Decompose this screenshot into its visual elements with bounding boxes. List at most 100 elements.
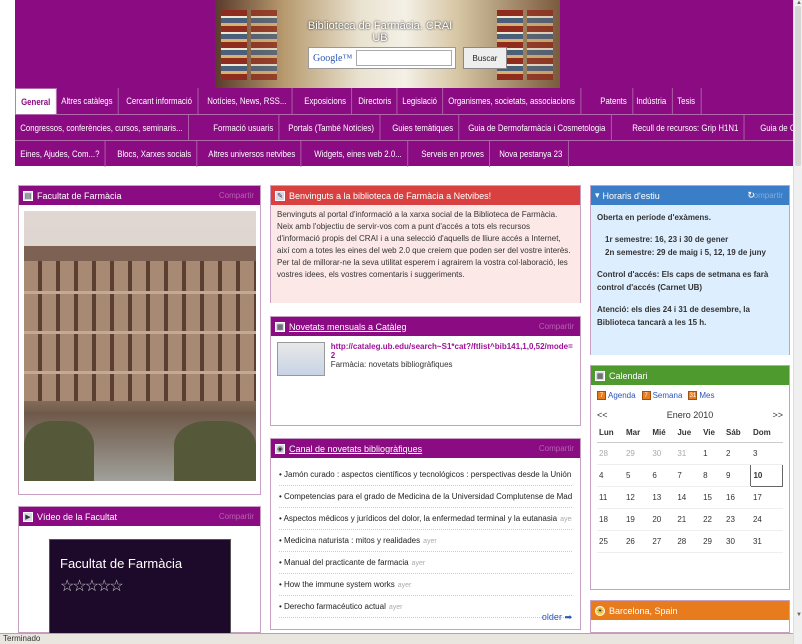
calendar-day[interactable]: 13 bbox=[650, 486, 676, 509]
calendar-day[interactable]: 28 bbox=[597, 442, 624, 465]
tab[interactable]: Tesis bbox=[672, 88, 701, 114]
calendar-day[interactable]: 30 bbox=[724, 530, 751, 553]
tab-row-3: Eines, Ajudes, Com...? Blocs, Xarxes soc… bbox=[15, 141, 572, 167]
calendar-day[interactable]: 24 bbox=[750, 508, 783, 531]
tab[interactable]: Nova pestanya 23 bbox=[494, 141, 569, 167]
tab[interactable]: Congressos, conferències, cursos, semina… bbox=[15, 115, 189, 141]
tab[interactable]: Notícies, News, RSS... bbox=[202, 88, 293, 114]
calendar-day[interactable]: 31 bbox=[750, 530, 783, 553]
calendar-grid: Lun Mar Mié Jue Vie Sáb Dom 28 29 30 31 … bbox=[597, 424, 783, 553]
tab-general[interactable]: General bbox=[15, 88, 57, 114]
calendar-day[interactable]: 16 bbox=[724, 486, 751, 509]
feed-item[interactable]: • Aspectos médicos y jurídicos del dolor… bbox=[279, 508, 572, 530]
view-mes[interactable]: 31 Mes bbox=[688, 391, 715, 400]
calendar-day[interactable]: 27 bbox=[650, 530, 676, 553]
calendar-day[interactable]: 2 bbox=[724, 442, 751, 465]
calendar-day[interactable]: 5 bbox=[623, 464, 651, 487]
tab[interactable]: Recull de recursos: Grip H1N1 bbox=[627, 115, 745, 141]
buscar-button[interactable]: Buscar bbox=[463, 47, 507, 69]
tab[interactable]: Altres universos netvibes bbox=[203, 141, 302, 167]
feed-item[interactable]: • Jamón curado : aspectos científicos y … bbox=[279, 464, 572, 486]
calendar-day[interactable]: 11 bbox=[597, 486, 624, 509]
catalog-icon: ▦ bbox=[275, 321, 285, 332]
calendar-day[interactable]: 18 bbox=[597, 508, 624, 531]
scroll-down-icon[interactable]: ▼ bbox=[796, 612, 802, 618]
google-search-input[interactable] bbox=[356, 50, 452, 66]
tab[interactable]: Guies temàtiques bbox=[387, 115, 460, 141]
collapse-icon[interactable]: ▾ bbox=[595, 190, 600, 201]
calendar-day[interactable]: 4 bbox=[597, 464, 624, 487]
calendar-day[interactable]: 9 bbox=[724, 464, 751, 487]
catalog-desc: Farmàcia: novetats bibliogràfiques bbox=[330, 360, 453, 369]
calendar-day[interactable]: 7 bbox=[675, 464, 702, 487]
feed-item[interactable]: • Medicina naturista : mitos y realidade… bbox=[279, 530, 572, 552]
calendar-day[interactable]: 22 bbox=[701, 508, 724, 531]
tab[interactable]: Guia de Ciència i Tecnologia dels Alimen… bbox=[755, 115, 793, 141]
tab[interactable]: Patents bbox=[595, 88, 633, 114]
view-semana[interactable]: 7 Semana bbox=[641, 391, 682, 400]
sun-icon: ☀ bbox=[595, 605, 605, 616]
widget-header[interactable]: ✎ Benvinguts a la biblioteca de Farmàcia… bbox=[271, 186, 580, 205]
share-link[interactable]: Compartir bbox=[219, 191, 254, 200]
facade-band bbox=[24, 371, 256, 374]
tab[interactable]: Eines, Ajudes, Com...? bbox=[15, 141, 106, 167]
scrollbar-thumb[interactable] bbox=[795, 6, 801, 166]
calendar-day[interactable]: 1 bbox=[701, 442, 724, 465]
calendar-day[interactable]: 31 bbox=[675, 442, 702, 465]
tab[interactable]: Organismes, societats, associacions bbox=[443, 88, 582, 114]
widget-header[interactable]: ▾ Horaris d'estiu ↻ Compartir bbox=[591, 186, 789, 205]
page-scrollbar[interactable]: ▲ ▼ bbox=[793, 0, 802, 644]
share-link[interactable]: Compartir bbox=[219, 512, 254, 521]
calendar-day[interactable]: 28 bbox=[675, 530, 702, 553]
tab[interactable]: Altres catàlegs bbox=[56, 88, 119, 114]
next-month-button[interactable]: >> bbox=[772, 410, 783, 420]
tab[interactable]: Exposicions bbox=[299, 88, 353, 114]
view-agenda[interactable]: 7 Agenda bbox=[597, 391, 636, 400]
widget-header[interactable]: ▶ Vídeo de la Facultat Compartir bbox=[19, 507, 260, 526]
arrow-right-icon: ➡ bbox=[564, 612, 572, 622]
calendar-day[interactable]: 8 bbox=[701, 464, 724, 487]
widget-header[interactable]: ▦ Novetats mensuals a Catàleg Compartir bbox=[271, 317, 580, 336]
older-link[interactable]: older ➡ bbox=[542, 612, 572, 623]
calendar-day[interactable]: 29 bbox=[623, 442, 651, 465]
tab[interactable]: Cercant informació bbox=[121, 88, 198, 114]
feed-item[interactable]: • Derecho farmacéutico actual ayer bbox=[279, 596, 572, 618]
tab[interactable]: Indústria bbox=[631, 88, 673, 114]
calendar-day[interactable]: 25 bbox=[597, 530, 624, 553]
share-link[interactable]: Compartir bbox=[539, 322, 574, 331]
calendar-day[interactable]: 30 bbox=[650, 442, 676, 465]
tab[interactable]: Directoris bbox=[353, 88, 398, 114]
calendar-day[interactable]: 21 bbox=[675, 508, 702, 531]
calendar-day[interactable]: 17 bbox=[750, 486, 783, 509]
tab[interactable]: Serveis en proves bbox=[416, 141, 490, 167]
tab[interactable]: Portals (També Notícies) bbox=[283, 115, 380, 141]
feed-item[interactable]: • How the immune system works ayer bbox=[279, 574, 572, 596]
widget-header[interactable]: ☀ Barcelona, Spain bbox=[591, 601, 789, 620]
widget-header[interactable]: ▤ Facultat de Farmàcia Compartir bbox=[19, 186, 260, 205]
tab[interactable]: Widgets, eines web 2.0... bbox=[309, 141, 408, 167]
tab[interactable]: Guia de Dermofarmàcia i Cosmetologia bbox=[463, 115, 612, 141]
calendar-day[interactable]: 23 bbox=[724, 508, 751, 531]
calendar-day[interactable]: 15 bbox=[701, 486, 724, 509]
calendar-day[interactable]: 26 bbox=[623, 530, 651, 553]
tab[interactable]: Formació usuaris bbox=[208, 115, 279, 141]
calendar-day[interactable]: 3 bbox=[750, 442, 783, 465]
calendar-day-today[interactable]: 10 bbox=[750, 463, 783, 487]
calendar-day[interactable]: 20 bbox=[650, 508, 676, 531]
video-player[interactable]: Facultat de Farmàcia ☆☆☆☆☆ bbox=[49, 539, 231, 644]
share-link[interactable]: Compartir bbox=[748, 191, 783, 200]
calendar-day[interactable]: 29 bbox=[701, 530, 724, 553]
widget-header[interactable]: ◉ Canal de novetats bibliogràfiques Comp… bbox=[271, 439, 580, 458]
share-link[interactable]: Compartir bbox=[539, 444, 574, 453]
prev-month-button[interactable]: << bbox=[597, 410, 608, 420]
calendar-day[interactable]: 19 bbox=[623, 508, 651, 531]
calendar-day[interactable]: 6 bbox=[650, 464, 676, 487]
tab[interactable]: Legislació bbox=[397, 88, 444, 114]
widget-header[interactable]: ▦ Calendari bbox=[591, 366, 789, 385]
feed-item[interactable]: • Competencias para el grado de Medicina… bbox=[279, 486, 572, 508]
calendar-day[interactable]: 14 bbox=[675, 486, 702, 509]
feed-item[interactable]: • Manual del practicante de farmacia ayer bbox=[279, 552, 572, 574]
calendar-day[interactable]: 12 bbox=[623, 486, 651, 509]
catalog-link[interactable]: http://cataleg.ub.edu/search~S1*cat?/ftl… bbox=[331, 342, 574, 360]
tab[interactable]: Blocs, Xarxes socials bbox=[112, 141, 198, 167]
